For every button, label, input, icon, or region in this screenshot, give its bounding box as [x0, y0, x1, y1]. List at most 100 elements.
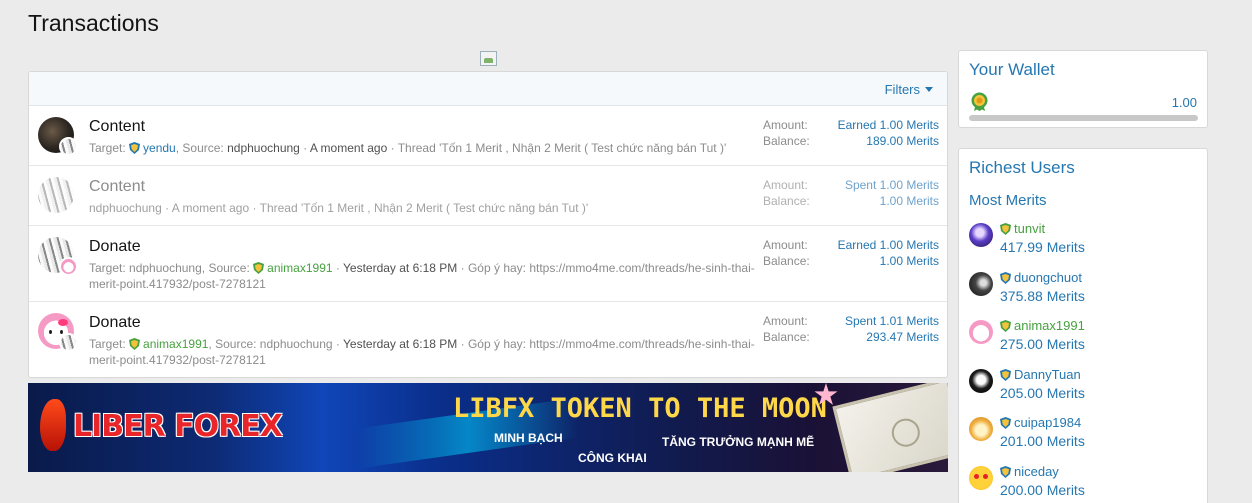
amount-label: Amount:	[763, 178, 808, 192]
transaction-time: Yesterday at 6:18 PM	[343, 261, 458, 275]
avatar[interactable]	[38, 177, 74, 213]
list-item: duongchuot 375.88 Merits	[969, 268, 1201, 317]
transaction-row: Donate Target: ndphuochung, Source: anim…	[29, 226, 947, 302]
user-name: tunvit	[1014, 221, 1046, 236]
most-merits-subtitle: Most Merits	[969, 192, 1047, 209]
mini-avatar[interactable]	[59, 257, 78, 276]
balance-label: Balance:	[763, 330, 810, 344]
mini-avatar[interactable]	[59, 137, 78, 156]
target-user-link[interactable]: animax1991	[143, 337, 208, 351]
source-user[interactable]: ndphuochung	[89, 201, 162, 215]
amount-value: Spent 1.00 Merits	[844, 178, 939, 192]
avatar[interactable]	[969, 465, 993, 490]
user-name-link[interactable]: duongchuot	[1000, 270, 1082, 285]
target-user-link[interactable]: yendu	[143, 141, 176, 155]
transaction-time: A moment ago	[171, 201, 250, 215]
page-title: Transactions	[28, 10, 159, 36]
transaction-row: Donate Target: animax1991, Source: ndphu…	[29, 302, 947, 377]
target-user[interactable]: ndphuochung	[129, 261, 202, 275]
balance-value: 189.00 Merits	[866, 134, 939, 148]
user-merits: 417.99 Merits	[1000, 239, 1085, 255]
balance-value: 1.00 Merits	[879, 254, 939, 268]
list-item: niceday 200.00 Merits	[969, 462, 1201, 503]
amount-value: Earned 1.00 Merits	[837, 118, 939, 132]
user-merits: 275.00 Merits	[1000, 336, 1085, 352]
user-name-link[interactable]: animax1991	[1000, 318, 1085, 333]
transaction-meta: Target: ndphuochung, Source: animax1991 …	[89, 261, 755, 291]
user-name-link[interactable]: tunvit	[1000, 221, 1045, 236]
mini-avatar[interactable]	[59, 333, 78, 352]
filter-bar: Filters	[29, 72, 947, 106]
amount-label: Amount:	[763, 238, 808, 252]
balance-label: Balance:	[763, 254, 810, 268]
avatar[interactable]	[969, 417, 993, 441]
transaction-time: Yesterday at 6:18 PM	[343, 337, 458, 351]
ad-banner[interactable]: LIBER FOREX LIBFX TOKEN TO THE MOON MINH…	[28, 383, 948, 472]
transaction-row: Content Target: yendu, Source: ndphuochu…	[29, 106, 947, 166]
avatar-stack[interactable]	[38, 117, 78, 156]
amount-block: Amount: Spent 1.00 Merits Balance: 1.00 Me…	[763, 177, 939, 209]
shield-badge-icon	[129, 338, 141, 350]
user-merits: 200.00 Merits	[1000, 481, 1085, 498]
wallet-title[interactable]: Your Wallet	[969, 60, 1055, 80]
transaction-meta: ndphuochung · A moment ago · Thread 'Tốn…	[89, 201, 589, 215]
balance-label: Balance:	[763, 134, 810, 148]
avatar[interactable]	[969, 271, 993, 296]
source-label: , Source:	[175, 141, 224, 155]
user-name-link[interactable]: DannyTuan	[1000, 367, 1081, 382]
user-name-link[interactable]: cuipap1984	[1000, 415, 1081, 430]
avatar[interactable]	[969, 320, 993, 344]
transaction-title: Content	[89, 118, 146, 135]
amount-value: Spent 1.01 Merits	[844, 314, 939, 328]
source-user[interactable]: ndphuochung	[227, 141, 300, 155]
user-name: niceday	[1014, 463, 1059, 479]
shield-badge-icon	[1000, 368, 1011, 381]
user-name-link[interactable]: niceday	[1000, 464, 1059, 479]
transactions-panel: Filters Content Target: yendu, Source: n…	[28, 71, 948, 378]
list-item: cuipap1984 201.00 Merits	[969, 413, 1201, 462]
list-item: animax1991 275.00 Merits	[969, 316, 1201, 365]
balance-label: Balance:	[763, 194, 810, 208]
target-label: Target:	[89, 337, 126, 351]
richest-users-title: Richest Users	[969, 158, 1075, 177]
transaction-detail: Thread 'Tốn 1 Merit , Nhận 2 Merit ( Tes…	[259, 201, 589, 215]
banner-tagline-1: MINH BẠCH	[494, 431, 563, 445]
banner-tagline-3: TĂNG TRƯỞNG MẠNH MẼ	[662, 435, 815, 449]
avatar-stack[interactable]	[38, 313, 78, 352]
transaction-meta: Target: animax1991, Source: ndphuochung …	[89, 337, 755, 367]
shield-badge-icon	[1000, 223, 1011, 235]
transaction-title: Donate	[89, 238, 141, 255]
source-user[interactable]: ndphuochung	[260, 337, 333, 351]
balance-value: 293.47 Merits	[866, 330, 939, 344]
amount-block: Amount: Earned 1.00 Merits Balance: 1.00 M…	[763, 237, 939, 269]
flame-logo-icon	[40, 399, 66, 451]
amount-value: Earned 1.00 Merits	[837, 238, 939, 252]
user-name: duongchuot	[1014, 269, 1082, 285]
shield-badge-icon	[1000, 271, 1011, 284]
amount-block: Amount: Earned 1.00 Merits Balance: 189.00…	[763, 117, 939, 149]
wallet-progress-bar	[969, 115, 1198, 121]
source-user-link[interactable]: animax1991	[267, 261, 332, 275]
amount-label: Amount:	[763, 314, 808, 328]
banner-headline: LIBFX TOKEN TO THE MOON	[453, 393, 827, 424]
amount-block: Amount: Spent 1.01 Merits Balance: 293.47 …	[763, 313, 939, 345]
richest-users-block: Richest Users Most Merits tunvit 417.99 …	[958, 148, 1208, 503]
filters-dropdown[interactable]: Filters	[885, 82, 933, 97]
banner-tagline-2: CÔNG KHAI	[578, 451, 647, 465]
avatar-stack[interactable]	[38, 177, 74, 213]
avatar-stack[interactable]	[38, 237, 78, 276]
user-merits: 205.00 Merits	[1000, 384, 1085, 401]
wallet-block: Your Wallet 1.00	[958, 50, 1208, 128]
transaction-title: Donate	[89, 314, 141, 331]
source-label: , Source:	[208, 337, 257, 351]
shield-badge-icon	[253, 262, 265, 274]
filters-label: Filters	[884, 82, 920, 97]
certificate-image	[832, 383, 948, 472]
caret-down-icon	[925, 87, 933, 92]
transaction-meta: Target: yendu, Source: ndphuochung · A m…	[89, 141, 727, 155]
transaction-title: Content	[89, 178, 146, 195]
banner-logo: LIBER FOREX	[73, 409, 283, 444]
amount-label: Amount:	[763, 118, 808, 132]
avatar[interactable]	[969, 368, 993, 393]
avatar[interactable]	[969, 223, 993, 247]
